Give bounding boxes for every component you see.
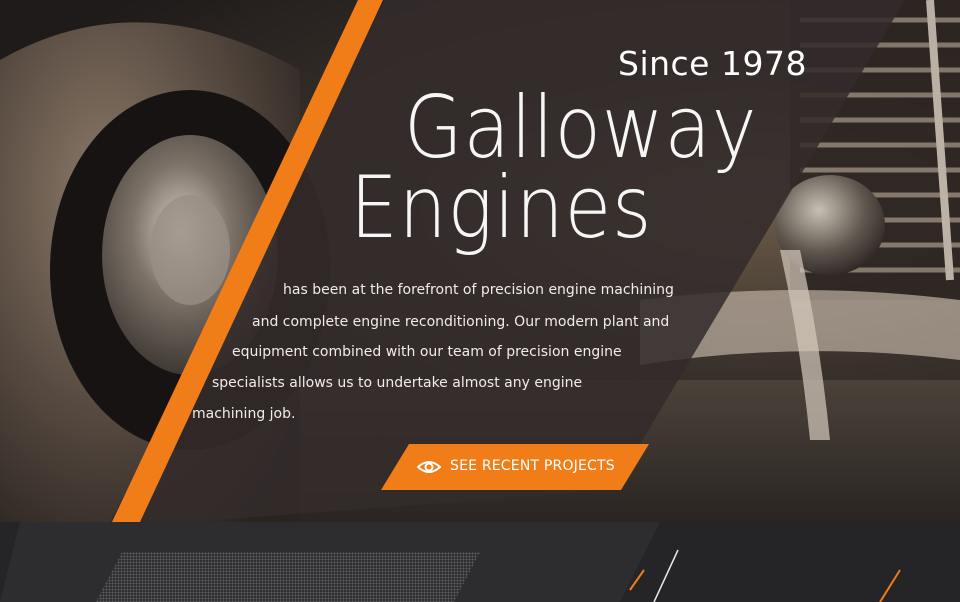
description-line: and complete engine reconditioning. Our … (252, 314, 670, 330)
see-recent-projects-button[interactable]: SEE RECENT PROJECTS (381, 444, 649, 490)
hero-section: Since 1978 Galloway Engines has been at … (0, 0, 960, 522)
description-line: specialists allows us to undertake almos… (212, 375, 583, 391)
decorative-slashes (629, 549, 901, 602)
bottom-bar (0, 522, 960, 602)
description-line: machining job. (192, 406, 296, 422)
description-line: equipment combined with our team of prec… (232, 344, 622, 360)
eye-icon (417, 461, 441, 473)
description-line: has been at the forefront of precision e… (283, 282, 674, 298)
see-recent-projects-label: SEE RECENT PROJECTS (450, 458, 615, 474)
brand-title-line2: Engines (350, 158, 653, 258)
